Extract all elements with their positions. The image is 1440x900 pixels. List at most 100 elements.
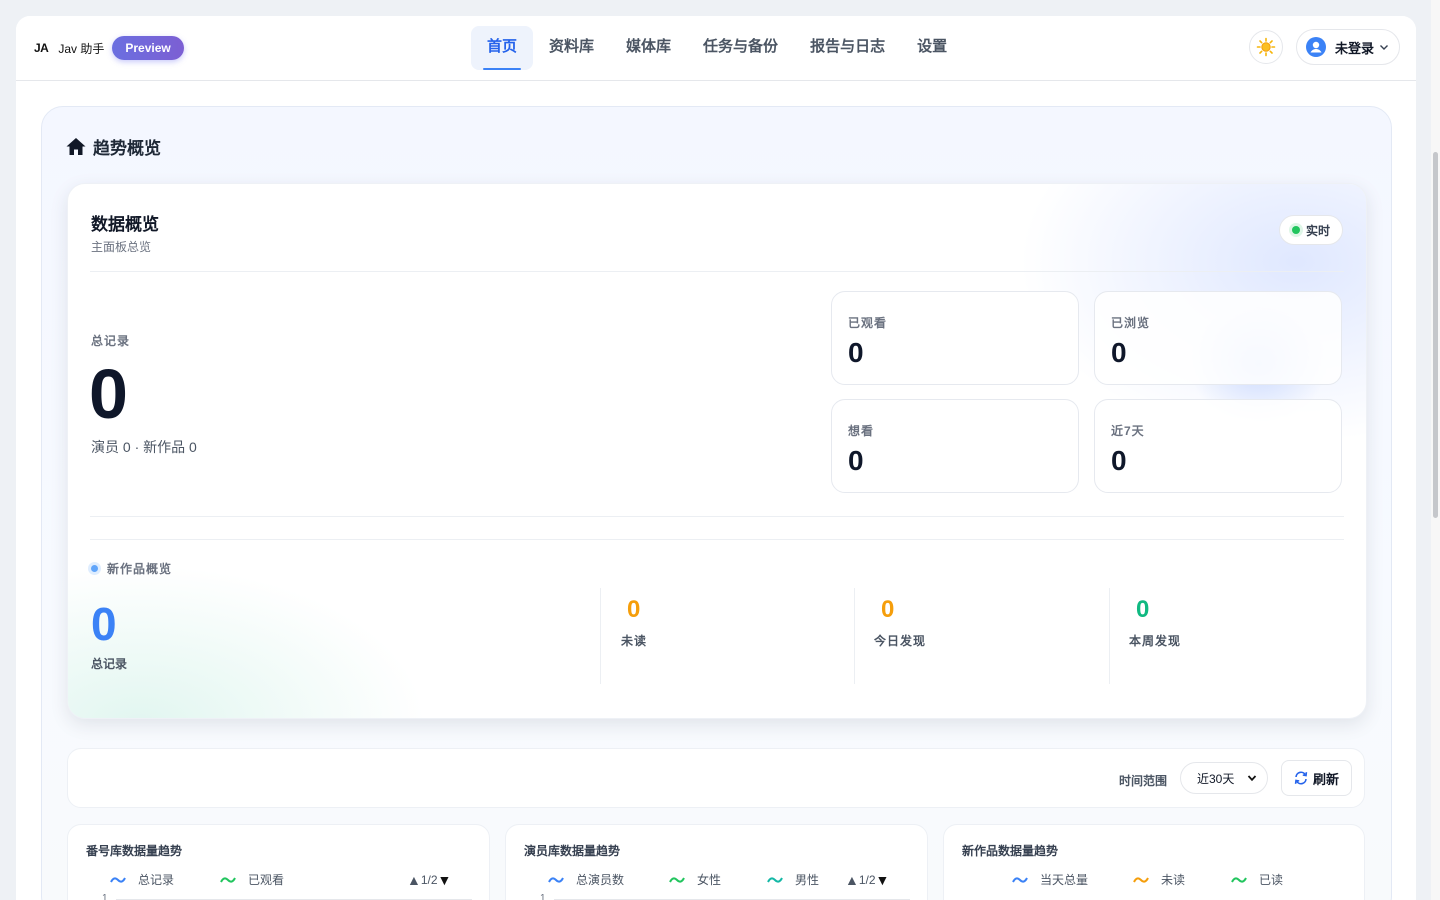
divider — [90, 516, 1344, 517]
mini-stat-label: 今日发现 — [874, 634, 927, 648]
line-series-icon — [1133, 876, 1149, 883]
stat-value: 0 — [1111, 445, 1127, 476]
brand[interactable]: JA Jav 助手 Preview — [34, 34, 184, 62]
total-records-breakdown: 演员 0 · 新作品 0 — [91, 439, 197, 455]
nav-tasks-backup[interactable]: 任务与备份 — [687, 26, 794, 70]
legend-label: 男性 — [795, 873, 820, 887]
overview-title: 数据概览 — [91, 215, 159, 234]
stat-label: 已浏览 — [1111, 316, 1151, 330]
total-records-label: 总记录 — [91, 334, 131, 348]
page-down-icon[interactable]: ▼ — [438, 872, 452, 888]
chart-card-new-works: 新作品数据量趋势 当天总量 未读 已读 — [943, 824, 1365, 900]
stat-browsed: 已浏览 0 — [1094, 291, 1342, 385]
refresh-label: 刷新 — [1312, 771, 1339, 787]
new-works-total-value: 0 — [91, 598, 117, 650]
stat-watched: 已观看 0 — [831, 291, 1079, 385]
legend-page-indicator: 1/2 — [858, 873, 876, 887]
new-works-this-week: 0 本周发现 — [1109, 588, 1365, 684]
live-status-badge: 实时 — [1279, 215, 1343, 245]
legend-label: 已读 — [1259, 873, 1284, 887]
nav-media[interactable]: 媒体库 — [610, 26, 687, 70]
legend-item[interactable]: 男性 — [767, 871, 819, 888]
time-range-select[interactable]: 近30天 — [1180, 762, 1268, 794]
chart-title: 演员库数据量趋势 — [524, 844, 621, 858]
legend-item[interactable]: 总记录 — [110, 871, 174, 888]
total-records-value: 0 — [89, 355, 128, 433]
legend-item[interactable]: 已读 — [1231, 871, 1283, 888]
legend-pager: ▲ 1/2 ▼ — [407, 872, 451, 888]
stat-value: 0 — [848, 445, 864, 476]
nav-reports-logs[interactable]: 报告与日志 — [794, 26, 901, 70]
stat-label: 近7天 — [1111, 424, 1145, 438]
page-scrollbar[interactable] — [1431, 0, 1440, 900]
line-series-icon — [220, 876, 236, 883]
legend-label: 总记录 — [138, 873, 175, 887]
chevron-down-icon — [1380, 45, 1389, 50]
top-bar: JA Jav 助手 Preview 首页 资料库 媒体库 任务与备份 报告与日志… — [16, 16, 1416, 81]
user-avatar-icon — [1306, 37, 1326, 57]
app-name: Jav 助手 — [58, 41, 105, 56]
chevron-down-icon — [1247, 775, 1257, 782]
line-series-icon — [110, 876, 126, 883]
refresh-button[interactable]: 刷新 — [1281, 760, 1352, 796]
page-up-icon[interactable]: ▲ — [845, 872, 859, 888]
chart-title: 新作品数据量趋势 — [962, 844, 1059, 858]
preview-badge: Preview — [112, 36, 184, 60]
stat-label: 已观看 — [848, 316, 888, 330]
sun-icon — [1256, 37, 1276, 57]
stat-value: 0 — [1111, 337, 1127, 368]
line-series-icon — [1231, 876, 1247, 883]
y-axis-tick: 1 — [540, 893, 546, 900]
mini-stat-value: 0 — [627, 596, 641, 623]
trend-overview-panel: 趋势概览 数据概览 主面板总览 实时 总记录 0 演员 0 · 新作品 0 已观… — [41, 106, 1392, 900]
legend-item[interactable]: 未读 — [1133, 871, 1185, 888]
refresh-icon — [1294, 771, 1308, 785]
mini-stat-value: 0 — [1136, 596, 1150, 623]
trend-title-text: 趋势概览 — [93, 139, 161, 158]
page-up-icon[interactable]: ▲ — [407, 872, 421, 888]
line-series-icon — [669, 876, 685, 883]
user-label: 未登录 — [1335, 40, 1375, 56]
scrollbar-thumb[interactable] — [1433, 152, 1438, 518]
decorative-glow — [68, 564, 428, 718]
nav-home[interactable]: 首页 — [471, 26, 534, 70]
legend-item[interactable]: 当天总量 — [1012, 871, 1088, 888]
legend-label: 总演员数 — [576, 873, 625, 887]
user-menu-button[interactable]: 未登录 — [1296, 29, 1400, 65]
filter-bar: 时间范围 近30天 刷新 — [67, 748, 1365, 808]
new-works-section-title: 新作品概览 — [91, 560, 172, 577]
page-down-icon[interactable]: ▼ — [876, 872, 890, 888]
legend-label: 已观看 — [248, 873, 285, 887]
legend-pager: ▲ 1/2 ▼ — [845, 872, 889, 888]
stat-last-7-days: 近7天 0 — [1094, 399, 1342, 493]
trend-title: 趋势概览 — [66, 134, 161, 159]
legend-label: 女性 — [697, 873, 722, 887]
live-dot-icon — [1291, 226, 1300, 234]
legend-label: 未读 — [1161, 873, 1186, 887]
divider — [90, 271, 1344, 272]
time-range-label: 时间范围 — [1119, 774, 1168, 788]
overview-subtitle: 主面板总览 — [91, 240, 152, 254]
legend-item[interactable]: 已观看 — [220, 871, 284, 888]
stat-label: 想看 — [848, 424, 875, 438]
line-series-icon — [767, 876, 783, 883]
mini-stat-value: 0 — [881, 596, 895, 623]
stat-value: 0 — [848, 337, 864, 368]
mini-stat-label: 未读 — [621, 634, 648, 648]
nav-library[interactable]: 资料库 — [533, 26, 610, 70]
line-series-icon — [1012, 876, 1028, 883]
legend-item[interactable]: 总演员数 — [548, 871, 624, 888]
new-works-today: 0 今日发现 — [854, 588, 1110, 684]
chart-card-codes: 番号库数据量趋势 总记录 已观看 ▲ 1/2 ▼ 1 — [67, 824, 490, 900]
live-status-label: 实时 — [1305, 223, 1330, 238]
divider — [90, 539, 1344, 540]
main-nav: 首页 资料库 媒体库 任务与备份 报告与日志 设置 — [471, 26, 963, 70]
line-series-icon — [548, 876, 564, 883]
legend-label: 当天总量 — [1040, 873, 1089, 887]
theme-toggle-button[interactable] — [1249, 30, 1283, 64]
app-window: JA Jav 助手 Preview 首页 资料库 媒体库 任务与备份 报告与日志… — [16, 16, 1416, 900]
stat-want-to-watch: 想看 0 — [831, 399, 1079, 493]
time-range-value: 近30天 — [1197, 771, 1235, 786]
legend-item[interactable]: 女性 — [669, 871, 721, 888]
nav-settings[interactable]: 设置 — [901, 26, 963, 70]
